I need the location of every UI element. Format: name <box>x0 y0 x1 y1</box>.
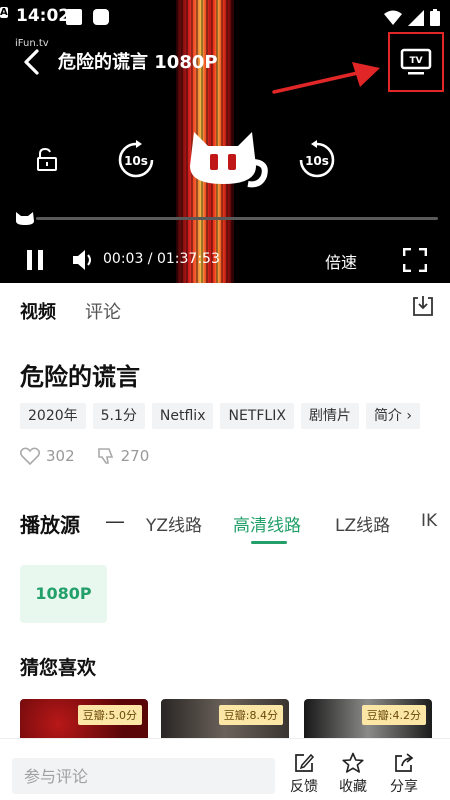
notification-round-icon <box>93 9 109 25</box>
unlock-icon <box>37 147 57 171</box>
volume-icon <box>73 250 91 270</box>
tag-genre: 剧情片 <box>300 403 359 429</box>
pause-icon <box>27 250 43 270</box>
play-sources: 播放源 — YZ线路 高清线路 LZ线路 IK <box>0 505 450 545</box>
playback-time: 00:03 / 01:37:53 <box>103 251 220 267</box>
annotation-arrow <box>272 62 380 94</box>
tag-platform: Netflix <box>151 403 214 429</box>
feedback-label: 反馈 <box>290 779 318 795</box>
status-time: 14:02 <box>16 6 71 26</box>
movie-tags: 2020年 5.1分 Netflix NETFLIX 剧情片 简介 › <box>20 403 420 429</box>
video-player[interactable]: 14:02 A iFun.tv 危险的谎言 1080P TV 10s 10s 0… <box>0 0 450 283</box>
fullscreen-button[interactable] <box>402 247 428 273</box>
skip-forward-label: 10s <box>305 154 329 168</box>
tab-comments[interactable]: 评论 <box>85 298 121 324</box>
source-ik[interactable]: IK <box>421 511 437 531</box>
quality-1080p-button[interactable]: 1080P <box>20 565 107 623</box>
tab-video[interactable]: 视频 <box>20 298 56 324</box>
total-duration: 01:37:53 <box>156 251 220 267</box>
cast-tv-button[interactable]: TV <box>388 32 444 92</box>
rating-badge: 豆瓣:5.0分 <box>77 705 142 725</box>
edit-icon <box>295 753 315 772</box>
notification-square-icon <box>66 9 82 25</box>
playback-speed-button[interactable]: 倍速 <box>325 249 357 273</box>
tv-label: TV <box>409 56 422 66</box>
rating-badge: 豆瓣:8.4分 <box>218 705 283 725</box>
forward-10s-icon: 10s <box>299 140 335 178</box>
bottom-action-bar: 反馈 收藏 分享 <box>0 738 450 800</box>
back-button[interactable] <box>20 48 44 76</box>
dislike-count: 270 <box>120 447 150 465</box>
video-title: 危险的谎言 1080P <box>58 52 218 73</box>
skip-back-button[interactable]: 10s <box>116 140 156 180</box>
tv-cast-icon: TV <box>400 48 432 75</box>
share-label: 分享 <box>390 779 418 795</box>
battery-icon <box>430 9 440 26</box>
synopsis-label: 简介 <box>373 408 402 424</box>
source-hd[interactable]: 高清线路 <box>233 511 301 536</box>
active-source-indicator <box>251 541 287 544</box>
skip-forward-button[interactable]: 10s <box>297 140 337 180</box>
source-lz[interactable]: LZ线路 <box>335 511 390 536</box>
tag-studio: NETFLIX <box>220 403 294 429</box>
comment-input[interactable] <box>12 758 275 794</box>
star-icon <box>342 752 364 773</box>
fullscreen-icon <box>402 247 428 273</box>
download-button[interactable] <box>412 295 434 317</box>
progress-thumb[interactable] <box>14 210 36 226</box>
feedback-button[interactable]: 反馈 <box>284 752 324 796</box>
like-count: 302 <box>46 447 75 465</box>
current-time: 00:03 <box>103 251 144 267</box>
content-tabs: 视频 评论 <box>0 283 450 333</box>
share-icon <box>395 753 414 772</box>
tag-year: 2020年 <box>20 403 86 429</box>
source-yz[interactable]: YZ线路 <box>146 511 202 536</box>
tag-score: 5.1分 <box>92 403 145 429</box>
heart-icon[interactable] <box>20 447 40 465</box>
signal-icon <box>408 9 424 26</box>
source-label: 播放源 <box>20 513 80 537</box>
notification-a-icon: A <box>0 7 8 18</box>
cat-thumb-icon <box>16 212 34 225</box>
time-separator: / <box>143 251 157 267</box>
rewind-10s-icon: 10s <box>118 140 154 178</box>
progress-bar[interactable] <box>36 217 438 220</box>
chevron-right-icon: › <box>401 408 412 424</box>
download-icon <box>413 296 433 316</box>
ifun-logo <box>186 122 270 194</box>
movie-title: 危险的谎言 <box>20 363 140 391</box>
lock-button[interactable] <box>34 147 60 173</box>
pause-button[interactable] <box>24 249 46 271</box>
favorite-label: 收藏 <box>339 779 367 795</box>
favorite-button[interactable]: 收藏 <box>333 752 373 796</box>
app-page: 14:02 A iFun.tv 危险的谎言 1080P TV 10s 10s 0… <box>0 0 450 800</box>
recommend-title: 猜您喜欢 <box>20 657 97 679</box>
cat-logo-icon <box>190 132 268 188</box>
rating-badge: 豆瓣:4.2分 <box>361 705 426 725</box>
wifi-icon <box>384 10 402 25</box>
reactions: 302 270 <box>20 447 149 465</box>
thumbs-down-icon[interactable] <box>97 447 115 465</box>
volume-button[interactable] <box>72 249 96 271</box>
synopsis-button[interactable]: 简介 › <box>365 403 420 429</box>
chevron-left-icon <box>24 49 39 75</box>
skip-back-label: 10s <box>124 154 148 168</box>
status-bar: 14:02 A <box>0 0 450 34</box>
source-separator: — <box>105 509 125 533</box>
share-button[interactable]: 分享 <box>384 752 424 796</box>
